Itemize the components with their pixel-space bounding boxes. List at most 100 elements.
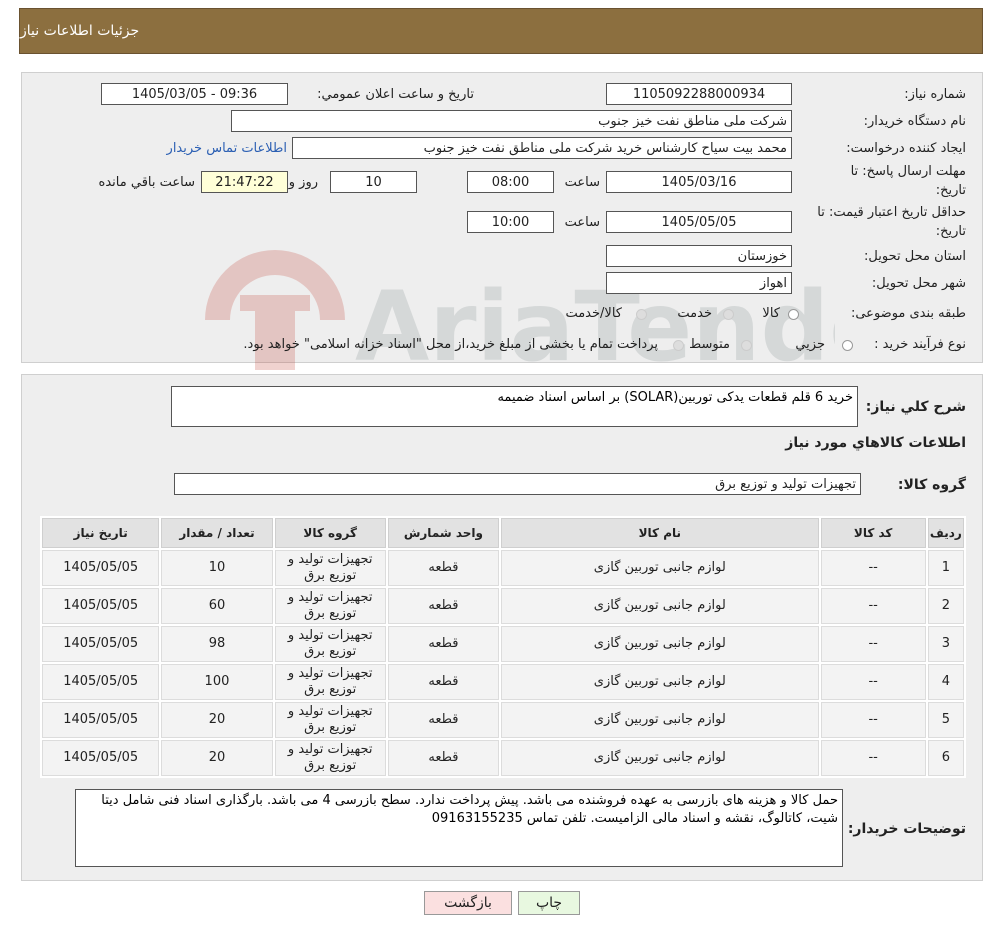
back-button[interactable]: بازگشت xyxy=(424,891,512,915)
province-field: خوزستان xyxy=(606,245,792,267)
cell-row-number: 3 xyxy=(927,626,964,662)
col-unit: واحد شمارش xyxy=(387,518,500,548)
validity-date-field: 1405/05/05 xyxy=(606,211,792,233)
cell-group: تجهیزات تولید و توزیع برق xyxy=(274,588,386,624)
deadline-label-date: تاریخ: xyxy=(935,183,966,198)
deadline-date-field: 1405/03/16 xyxy=(606,171,792,193)
category-label: طبقه بندی موضوعی: xyxy=(850,306,966,321)
buyer-notes-textarea[interactable]: حمل کالا و هزینه های بازرسی به عهده فروش… xyxy=(75,789,843,867)
cell-group: تجهیزات تولید و توزیع برق xyxy=(274,550,386,586)
goods-table-header: ردیف کد کالا نام کالا واحد شمارش گروه کا… xyxy=(42,518,964,548)
days-label: روز و xyxy=(288,175,318,190)
cell-name: لوازم جانبی توربین گازی xyxy=(501,588,819,624)
cell-qty: 98 xyxy=(161,626,273,662)
process-treasury-checkbox[interactable] xyxy=(673,338,684,353)
category-goods-radio[interactable] xyxy=(788,307,799,322)
cell-group: تجهیزات تولید و توزیع برق xyxy=(274,626,386,662)
cell-qty: 100 xyxy=(161,664,273,700)
cell-code: -- xyxy=(820,740,926,776)
category-goods-label: کالا xyxy=(762,306,780,321)
cell-name: لوازم جانبی توربین گازی xyxy=(501,702,819,738)
province-label: استان محل تحویل: xyxy=(864,249,966,264)
validity-time-field: 10:00 xyxy=(467,211,554,233)
cell-code: -- xyxy=(820,626,926,662)
table-row: 1 -- لوازم جانبی توربین گازی قطعه تجهیزات تو… xyxy=(42,550,964,586)
cell-name: لوازم جانبی توربین گازی xyxy=(501,740,819,776)
cell-unit: قطعه xyxy=(387,626,500,662)
cell-unit: قطعه xyxy=(387,740,500,776)
description-textarea[interactable]: خرید 6 قلم قطعات یدکی توربین(SOLAR) بر ا… xyxy=(171,386,858,427)
print-button[interactable]: چاپ xyxy=(518,891,580,915)
validity-label: حداقل تاریخ اعتبار قیمت: تا xyxy=(817,205,966,220)
cell-code: -- xyxy=(820,664,926,700)
cell-qty: 20 xyxy=(161,740,273,776)
buyer-contact-link[interactable]: اطلاعات تماس خریدار xyxy=(167,141,287,156)
buyer-org-field: شرکت ملی مناطق نفت خیز جنوب xyxy=(231,110,792,132)
cell-code: -- xyxy=(820,588,926,624)
page-title: جزئیات اطلاعات نیاز xyxy=(20,23,140,39)
city-label: شهر محل تحویل: xyxy=(871,276,966,291)
validity-time-label: ساعت xyxy=(564,215,600,230)
need-number-field: 1105092288000934 xyxy=(606,83,792,105)
col-qty: تعداد / مقدار xyxy=(161,518,273,548)
cell-date: 1405/05/05 xyxy=(42,626,160,662)
table-row: 3 -- لوازم جانبی توربین گازی قطعه تجهیزات تو… xyxy=(42,626,964,662)
buyer-org-label: نام دستگاه خریدار: xyxy=(863,114,966,129)
buyer-notes-label: توضیحات خریدار: xyxy=(847,821,966,837)
description-label: شرح کلي نیاز: xyxy=(865,399,966,415)
cell-code: -- xyxy=(820,550,926,586)
cell-group: تجهیزات تولید و توزیع برق xyxy=(274,664,386,700)
table-row: 5 -- لوازم جانبی توربین گازی قطعه تجهیزات تو… xyxy=(42,702,964,738)
table-row: 2 -- لوازم جانبی توربین گازی قطعه تجهیزات تو… xyxy=(42,588,964,624)
cell-qty: 60 xyxy=(161,588,273,624)
cell-name: لوازم جانبی توربین گازی xyxy=(501,626,819,662)
cell-row-number: 4 xyxy=(927,664,964,700)
category-both-label: کالا/خدمت xyxy=(565,306,622,321)
col-date: تاریخ نیاز xyxy=(42,518,160,548)
cell-date: 1405/05/05 xyxy=(42,740,160,776)
process-medium-label: متوسط xyxy=(689,337,730,352)
cell-group: تجهیزات تولید و توزیع برق xyxy=(274,702,386,738)
col-group: گروه کالا xyxy=(274,518,386,548)
cell-date: 1405/05/05 xyxy=(42,702,160,738)
col-row: ردیف xyxy=(927,518,964,548)
cell-date: 1405/05/05 xyxy=(42,550,160,586)
deadline-time-field: 08:00 xyxy=(467,171,554,193)
process-small-radio[interactable] xyxy=(842,338,853,353)
process-small-label: جزیي xyxy=(795,337,825,352)
col-name: نام کالا xyxy=(501,518,819,548)
cell-name: لوازم جانبی توربین گازی xyxy=(501,664,819,700)
cell-qty: 20 xyxy=(161,702,273,738)
goods-group-field: تجهیزات تولید و توزیع برق xyxy=(174,473,861,495)
cell-code: -- xyxy=(820,702,926,738)
cell-name: لوازم جانبی توربین گازی xyxy=(501,550,819,586)
cell-date: 1405/05/05 xyxy=(42,588,160,624)
col-code: کد کالا xyxy=(820,518,926,548)
table-row: 4 -- لوازم جانبی توربین گازی قطعه تجهیزات تو… xyxy=(42,664,964,700)
cell-group: تجهیزات تولید و توزیع برق xyxy=(274,740,386,776)
cell-unit: قطعه xyxy=(387,702,500,738)
page-header: جزئیات اطلاعات نیاز xyxy=(19,8,983,54)
goods-info-title: اطلاعات کالاهاي مورد نیاز xyxy=(785,435,966,451)
cell-unit: قطعه xyxy=(387,550,500,586)
process-medium-radio[interactable] xyxy=(741,338,752,353)
cell-unit: قطعه xyxy=(387,664,500,700)
category-service-radio[interactable] xyxy=(723,307,734,322)
announce-label: تاریخ و ساعت اعلان عمومي: xyxy=(317,87,474,102)
cell-row-number: 1 xyxy=(927,550,964,586)
category-both-radio[interactable] xyxy=(636,307,647,322)
validity-label-date: تاریخ: xyxy=(935,224,966,239)
cell-row-number: 6 xyxy=(927,740,964,776)
deadline-time-label: ساعت xyxy=(564,175,600,190)
goods-table: ردیف کد کالا نام کالا واحد شمارش گروه کا… xyxy=(40,516,966,778)
remaining-time-field: 21:47:22 xyxy=(201,171,288,193)
creator-label: ایجاد کننده درخواست: xyxy=(846,141,966,156)
table-row: 6 -- لوازم جانبی توربین گازی قطعه تجهیزات تو… xyxy=(42,740,964,776)
cell-unit: قطعه xyxy=(387,588,500,624)
deadline-label: مهلت ارسال پاسخ: تا xyxy=(850,164,966,179)
remaining-time-label: ساعت باقي مانده xyxy=(98,175,195,190)
process-note: پرداخت تمام یا بخشی از مبلغ خرید،از محل … xyxy=(243,337,658,352)
cell-row-number: 5 xyxy=(927,702,964,738)
days-remaining-field: 10 xyxy=(330,171,417,193)
process-label: نوع فرآیند خرید : xyxy=(874,337,966,352)
